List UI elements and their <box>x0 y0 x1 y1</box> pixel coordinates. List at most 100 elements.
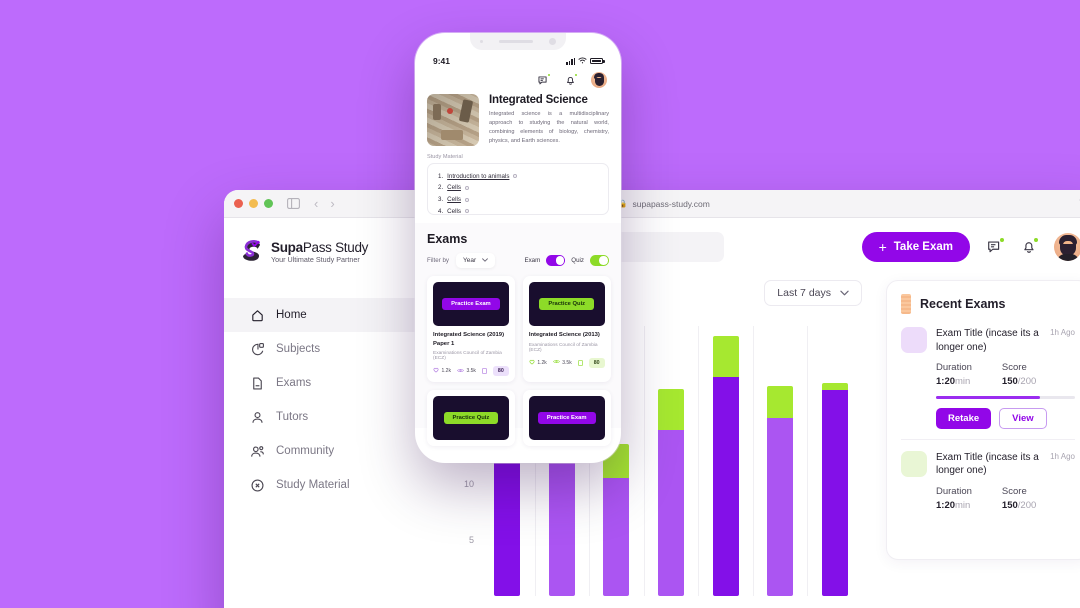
avatar[interactable] <box>1054 233 1080 261</box>
recent-exams-title: Recent Exams <box>920 297 1006 311</box>
score-progress-fill <box>936 396 1041 399</box>
close-window-button[interactable] <box>234 199 243 208</box>
chart-gridline <box>807 326 809 596</box>
address-bar[interactable]: 🔒 supapass-study.com <box>618 199 710 209</box>
exam-card[interactable]: Practice Exam Integrated Science (2019) … <box>427 276 515 383</box>
chart-bar[interactable] <box>767 385 794 596</box>
heart-icon <box>433 367 439 375</box>
url-text: supapass-study.com <box>632 198 710 209</box>
exam-toggle[interactable] <box>546 255 566 267</box>
minimize-window-button[interactable] <box>249 199 258 208</box>
exam-card[interactable]: Practice Exam <box>522 390 611 447</box>
item-number: 3. <box>438 196 444 204</box>
chart-gridline <box>698 326 700 596</box>
exam-thumbnail: Practice Quiz <box>433 396 509 441</box>
recent-exam-item[interactable]: Exam Title (incase its a longer one) 1h … <box>901 327 1075 439</box>
item-name: Cells <box>447 207 461 215</box>
view-button[interactable]: View <box>999 407 1047 429</box>
likes-value: 1.2k <box>441 368 451 375</box>
bell-icon[interactable] <box>564 72 578 87</box>
bell-badge <box>1033 237 1039 243</box>
bookmark-flag-icon <box>901 294 911 314</box>
practice-exam-pill: Practice Exam <box>537 412 596 425</box>
score-stat: Score 150/200 <box>1002 362 1036 387</box>
heart-icon <box>529 359 535 367</box>
study-material-item[interactable]: 1. Introduction to animals <box>438 170 598 182</box>
chart-bar-segment-exam <box>712 376 739 596</box>
take-exam-button[interactable]: + Take Exam <box>861 232 970 262</box>
sidebar-item-study-material[interactable]: Study Material <box>224 468 428 502</box>
item-name: Introduction to animals <box>447 172 510 180</box>
back-icon[interactable]: ‹ <box>314 196 318 211</box>
quiz-toggle[interactable] <box>590 255 609 267</box>
message-icon[interactable] <box>986 237 1005 256</box>
score-total: /200 <box>1017 376 1037 387</box>
exam-timestamp: 1h Ago <box>1050 328 1075 337</box>
sidebar: SupaPass Study Your Ultimate Study Partn… <box>224 218 428 608</box>
sidebar-nav: Home Subjects Exams Tutors Community Stu… <box>224 298 428 502</box>
study-material-item[interactable]: 2. Cells <box>438 182 598 194</box>
subject-title: Integrated Science <box>489 94 588 106</box>
badge-x-icon <box>250 478 265 493</box>
exam-organization: Examinations Council of Zambia (ECZ) <box>528 342 598 353</box>
score-value: 150 <box>1001 499 1018 511</box>
exam-title: Exam Title (incase its a longer one) <box>936 328 1039 353</box>
exam-card[interactable]: Practice Quiz Integrated Science (2013) … <box>522 276 611 383</box>
sidebar-item-home[interactable]: Home <box>224 298 428 332</box>
message-icon[interactable] <box>537 72 551 87</box>
retake-button[interactable]: Retake <box>936 407 992 429</box>
recent-exam-item[interactable]: Exam Title (incase its a longer one) 1h … <box>901 438 1075 521</box>
duration-unit: min <box>955 499 971 511</box>
score-value: 150 <box>1001 376 1018 387</box>
sidebar-item-tutors[interactable]: Tutors <box>224 400 428 434</box>
home-icon <box>250 308 265 323</box>
chart-bar-segment-quiz <box>821 383 848 391</box>
sidebar-item-label: Subjects <box>276 343 321 355</box>
avatar[interactable] <box>591 72 607 88</box>
recent-exams-panel: Recent Exams Exam Title (incase its a lo… <box>886 280 1080 560</box>
chart-bar[interactable] <box>603 444 630 596</box>
item-name: Cells <box>447 196 461 204</box>
status-circle-icon <box>513 174 518 179</box>
exam-toggle-label: Exam <box>524 257 541 265</box>
sidebar-item-exams[interactable]: Exams <box>224 366 428 400</box>
exam-card[interactable]: Practice Quiz <box>427 390 515 447</box>
duration-value: 1:20 <box>936 499 956 511</box>
sidebar-item-community[interactable]: Community <box>224 434 428 468</box>
sidebar-item-label: Tutors <box>276 411 309 423</box>
take-exam-label: Take Exam <box>893 241 953 253</box>
date-range-select[interactable]: Last 7 days <box>764 280 862 306</box>
topbar-actions: + Take Exam <box>861 232 1080 262</box>
exam-thumbnail: Practice Quiz <box>528 282 605 327</box>
chart-bar-segment-exam <box>658 429 684 596</box>
chart-bar[interactable] <box>712 336 739 596</box>
forward-icon[interactable]: › <box>330 196 334 211</box>
exam-thumbnail: Practice Exam <box>433 282 509 327</box>
sidebar-item-label: Community <box>276 445 335 457</box>
maximize-window-button[interactable] <box>264 199 273 208</box>
sidebar-toggle-icon[interactable] <box>287 198 300 209</box>
eye-icon <box>457 368 464 375</box>
bell-icon[interactable] <box>1020 237 1039 256</box>
exams-title: Exams <box>427 232 468 247</box>
practice-quiz-pill: Practice Quiz <box>539 298 595 311</box>
brand-logo[interactable]: SupaPass Study Your Ultimate Study Partn… <box>224 232 428 272</box>
exam-name: Integrated Science (2013) <box>528 332 600 339</box>
chart-bar[interactable] <box>821 383 848 596</box>
status-circle-icon <box>464 185 469 190</box>
study-material-item[interactable]: 3. Cells <box>438 194 598 206</box>
study-material-item[interactable]: 4. Cells <box>438 206 598 215</box>
item-number: 4. <box>438 207 444 215</box>
users-icon <box>250 444 265 459</box>
pie-chart-icon <box>250 342 265 357</box>
chart-bar[interactable] <box>658 389 684 596</box>
subject-overview: Integrated Science Integrated science is… <box>415 88 621 146</box>
score-label: Score <box>1001 362 1027 373</box>
chart-y-tick: 5 <box>468 534 474 545</box>
window-traffic-lights[interactable] <box>234 199 273 208</box>
brand-title: SupaPass Study <box>271 240 368 255</box>
chart-bar-segment-quiz <box>658 389 684 430</box>
supapass-logo-icon <box>240 239 266 265</box>
year-select[interactable]: Year <box>456 253 496 269</box>
sidebar-item-subjects[interactable]: Subjects <box>224 332 428 366</box>
